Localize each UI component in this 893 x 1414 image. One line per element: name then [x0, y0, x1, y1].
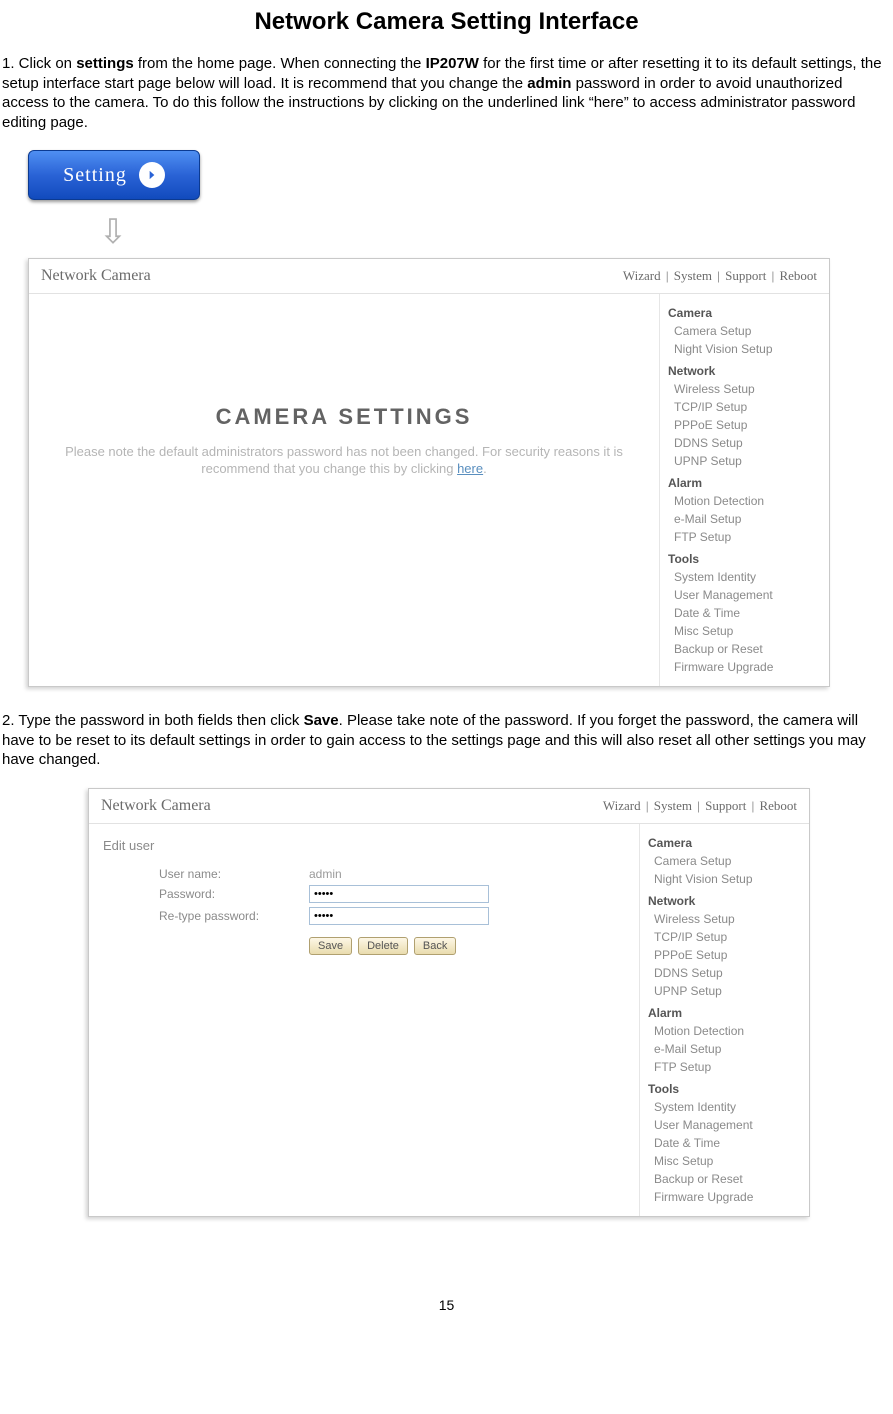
- back-button[interactable]: Back: [414, 937, 456, 955]
- setting-button-label: Setting: [63, 164, 127, 187]
- sidebar-group-title: Camera: [648, 836, 803, 850]
- setting-button[interactable]: Setting: [28, 150, 200, 200]
- link-support[interactable]: Support: [705, 798, 746, 813]
- sidebar-group-title: Alarm: [648, 1006, 803, 1020]
- sidebar-item[interactable]: Wireless Setup: [648, 910, 803, 928]
- sidebar-item[interactable]: TCP/IP Setup: [668, 398, 823, 416]
- sidebar: Camera Camera SetupNight Vision Setup Netw…: [659, 294, 829, 686]
- app-brand: Network Camera: [41, 267, 151, 285]
- sidebar-item[interactable]: Backup or Reset: [668, 640, 823, 658]
- form-title: Edit user: [103, 838, 629, 853]
- delete-button[interactable]: Delete: [358, 937, 408, 955]
- username-value: admin: [309, 867, 342, 881]
- sidebar-item[interactable]: UPNP Setup: [668, 452, 823, 470]
- link-wizard[interactable]: Wizard: [623, 268, 661, 283]
- paragraph-1: 1. Click on settings from the home page.…: [0, 54, 893, 132]
- text: 2. Type the password in both fields then…: [2, 712, 304, 729]
- sidebar-group-title: Alarm: [668, 476, 823, 490]
- bold-save: Save: [304, 712, 339, 729]
- sidebar-item[interactable]: User Management: [648, 1116, 803, 1134]
- sidebar-item[interactable]: Camera Setup: [668, 322, 823, 340]
- sidebar-item[interactable]: FTP Setup: [648, 1058, 803, 1076]
- page-title: Network Camera Setting Interface: [0, 8, 893, 36]
- sidebar-item[interactable]: PPPoE Setup: [668, 416, 823, 434]
- sidebar-item[interactable]: Firmware Upgrade: [648, 1188, 803, 1206]
- app-top-links: Wizard | System | Support | Reboot: [621, 268, 819, 284]
- sidebar-item[interactable]: Wireless Setup: [668, 380, 823, 398]
- here-link[interactable]: here: [457, 461, 483, 476]
- sidebar-group-title: Camera: [668, 306, 823, 320]
- sidebar-item[interactable]: Date & Time: [648, 1134, 803, 1152]
- bold-ip207w: IP207W: [426, 55, 479, 72]
- sidebar-item[interactable]: TCP/IP Setup: [648, 928, 803, 946]
- paragraph-2: 2. Type the password in both fields then…: [0, 711, 893, 770]
- text: 1. Click on: [2, 55, 76, 72]
- bold-settings: settings: [76, 55, 134, 72]
- camera-settings-heading: CAMERA SETTINGS: [39, 404, 649, 430]
- sidebar-group-title: Tools: [668, 552, 823, 566]
- sidebar-item[interactable]: e-Mail Setup: [668, 510, 823, 528]
- sidebar-item[interactable]: System Identity: [648, 1098, 803, 1116]
- sidebar-item[interactable]: Backup or Reset: [648, 1170, 803, 1188]
- down-arrow-icon: ⇩: [28, 212, 198, 252]
- sidebar-item[interactable]: FTP Setup: [668, 528, 823, 546]
- bold-admin: admin: [527, 75, 571, 92]
- link-system[interactable]: System: [674, 268, 712, 283]
- sidebar-item[interactable]: Camera Setup: [648, 852, 803, 870]
- sidebar-item[interactable]: Night Vision Setup: [668, 340, 823, 358]
- text: .: [483, 461, 487, 476]
- page-number: 15: [0, 1297, 893, 1313]
- sidebar-item[interactable]: Misc Setup: [648, 1152, 803, 1170]
- link-reboot[interactable]: Reboot: [779, 268, 817, 283]
- retype-password-label: Re-type password:: [159, 909, 309, 923]
- camera-settings-note: Please note the default administrators p…: [39, 444, 649, 478]
- sidebar-item[interactable]: Date & Time: [668, 604, 823, 622]
- sidebar-item[interactable]: DDNS Setup: [648, 964, 803, 982]
- sidebar-item[interactable]: UPNP Setup: [648, 982, 803, 1000]
- sidebar-group-title: Network: [668, 364, 823, 378]
- sidebar-item[interactable]: System Identity: [668, 568, 823, 586]
- sidebar-group-title: Network: [648, 894, 803, 908]
- arrow-right-icon: [139, 162, 165, 188]
- text: from the home page. When connecting the: [134, 55, 426, 72]
- sidebar-item[interactable]: e-Mail Setup: [648, 1040, 803, 1058]
- sidebar-item[interactable]: DDNS Setup: [668, 434, 823, 452]
- sidebar-item[interactable]: User Management: [668, 586, 823, 604]
- sidebar-item[interactable]: Motion Detection: [648, 1022, 803, 1040]
- retype-password-input[interactable]: [309, 907, 489, 925]
- link-support[interactable]: Support: [725, 268, 766, 283]
- screenshot-camera-settings: Network Camera Wizard | System | Support…: [28, 258, 830, 687]
- username-label: User name:: [159, 867, 309, 881]
- save-button[interactable]: Save: [309, 937, 352, 955]
- app-top-links: Wizard | System | Support | Reboot: [601, 798, 799, 814]
- text: Please note the default administrators p…: [65, 444, 623, 476]
- app-brand: Network Camera: [101, 797, 211, 815]
- link-wizard[interactable]: Wizard: [603, 798, 641, 813]
- link-reboot[interactable]: Reboot: [759, 798, 797, 813]
- screenshot-edit-user: Network Camera Wizard | System | Support…: [88, 788, 810, 1217]
- password-label: Password:: [159, 887, 309, 901]
- sidebar-item[interactable]: PPPoE Setup: [648, 946, 803, 964]
- sidebar-item[interactable]: Night Vision Setup: [648, 870, 803, 888]
- sidebar-item[interactable]: Misc Setup: [668, 622, 823, 640]
- sidebar: Camera Camera SetupNight Vision Setup Netw…: [639, 824, 809, 1216]
- sidebar-group-title: Tools: [648, 1082, 803, 1096]
- sidebar-item[interactable]: Motion Detection: [668, 492, 823, 510]
- password-input[interactable]: [309, 885, 489, 903]
- link-system[interactable]: System: [654, 798, 692, 813]
- sidebar-item[interactable]: Firmware Upgrade: [668, 658, 823, 676]
